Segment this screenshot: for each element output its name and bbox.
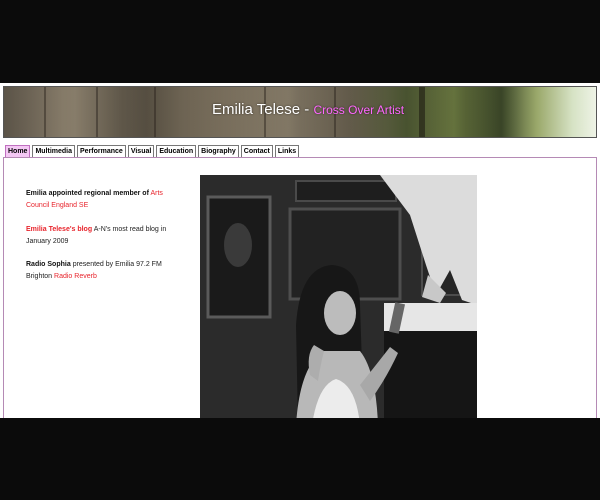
- news-item-radio: Radio Sophia presented by Emilia 97.2 FM…: [26, 259, 176, 283]
- content-area: Emilia appointed regional member of Arts…: [3, 157, 597, 418]
- site-subtitle: Cross Over Artist: [313, 103, 405, 117]
- news-item-blog: Emilia Telese's blog A-N's most read blo…: [26, 224, 176, 248]
- news-bold: Radio Sophia: [26, 261, 71, 268]
- site-name: Emilia Telese: [212, 101, 301, 118]
- radio-reverb-link[interactable]: Radio Reverb: [54, 273, 97, 280]
- portrait-image: [200, 175, 477, 418]
- blog-link[interactable]: Emilia Telese's blog: [26, 226, 92, 233]
- title-separator: -: [304, 101, 310, 118]
- news-text: Emilia appointed regional member of: [26, 190, 149, 197]
- news-item-council: Emilia appointed regional member of Arts…: [26, 188, 176, 212]
- header-banner: Emilia Telese - Cross Over Artist: [3, 86, 597, 138]
- artist-photo: [200, 175, 477, 418]
- site-title: Emilia Telese - Cross Over Artist: [212, 101, 404, 118]
- web-page: Emilia Telese - Cross Over Artist Home M…: [0, 83, 600, 418]
